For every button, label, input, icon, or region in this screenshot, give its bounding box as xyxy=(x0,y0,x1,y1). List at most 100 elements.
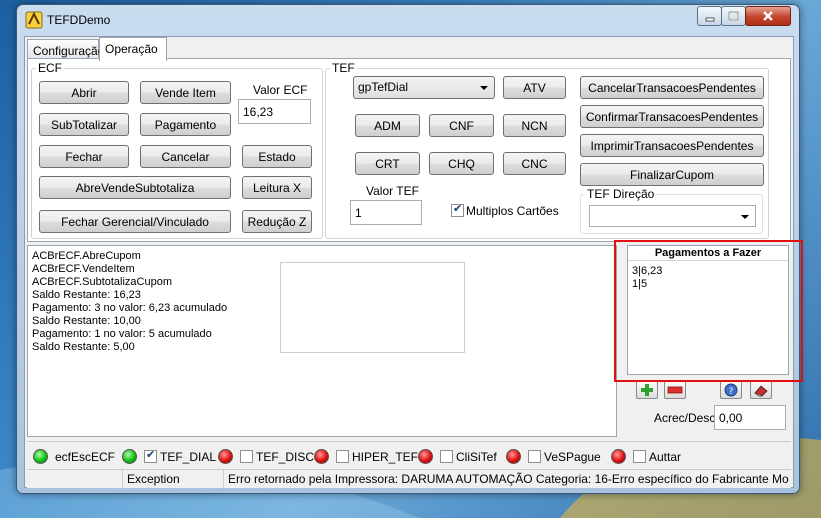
minimize-icon xyxy=(705,17,715,22)
valor-tef-label: Valor TEF xyxy=(366,184,419,198)
status-led-icon xyxy=(314,449,329,464)
multiplos-cartoes-checkbox[interactable]: ✔ xyxy=(451,203,464,217)
pagamentos-list[interactable]: Pagamentos a Fazer 3|6,23 1|5 xyxy=(627,245,789,375)
cancelar-button[interactable]: Cancelar xyxy=(140,145,231,168)
status-indicator-label: TEF_DISC xyxy=(256,450,315,464)
tef-group: TEF gpTefDial ATV CancelarTransacoesPend… xyxy=(325,61,769,239)
status-indicator-label: VeSPague xyxy=(544,450,601,464)
minimize-button[interactable] xyxy=(697,6,722,26)
abre-vende-subtotaliza-button[interactable]: AbreVendeSubtotaliza xyxy=(39,176,231,199)
clear-pagamentos-button[interactable] xyxy=(750,381,772,399)
log-line: Saldo Restante: 5,00 xyxy=(32,341,135,353)
status-indicator-label: Auttar xyxy=(649,450,682,464)
log-memo[interactable]: ACBrECF.AbreCupom ACBrECF.VendeItem ACBrEC… xyxy=(27,245,617,437)
window-title: TEFDDemo xyxy=(47,13,111,27)
statusbar-cell-1 xyxy=(27,470,123,488)
help-button[interactable]: ? xyxy=(720,381,742,399)
status-checkbox[interactable] xyxy=(440,450,453,463)
pagamento-item[interactable]: 1|5 xyxy=(628,278,788,291)
reducao-z-button[interactable]: Redução Z xyxy=(242,210,312,233)
cnf-button[interactable]: CNF xyxy=(429,114,494,137)
status-indicators-row: ecfEscECF ✔ TEF_DIAL TEF_DISC HIPER_TEF CliSi… xyxy=(27,441,791,469)
cancelar-transacoes-pendentes-button[interactable]: CancelarTransacoesPendentes xyxy=(580,76,764,99)
confirmar-transacoes-pendentes-button[interactable]: ConfirmarTransacoesPendentes xyxy=(580,105,764,128)
status-checkbox[interactable]: ✔ xyxy=(144,449,157,463)
chq-button[interactable]: CHQ xyxy=(429,152,494,175)
status-checkbox[interactable] xyxy=(633,450,646,463)
atv-button[interactable]: ATV xyxy=(503,76,566,99)
status-bar: Exception Erro retornado pela Impressora… xyxy=(27,469,791,488)
estado-button[interactable]: Estado xyxy=(242,145,312,168)
tef-group-label: TEF xyxy=(330,61,357,75)
multiplos-cartoes-label: Multiplos Cartões xyxy=(466,204,559,218)
log-line: ACBrECF.SubtotalizaCupom xyxy=(32,276,173,288)
tef-direcao-group: TEF Direção xyxy=(580,187,763,234)
imprimir-transacoes-pendentes-button[interactable]: ImprimirTransacoesPendentes xyxy=(580,134,764,157)
chevron-down-icon xyxy=(741,215,749,219)
ecf-group-label: ECF xyxy=(36,61,64,75)
log-lines: ACBrECF.AbreCupom ACBrECF.VendeItem ACBrEC… xyxy=(32,250,227,354)
vende-item-button[interactable]: Vende Item xyxy=(140,81,231,104)
gp-tef-select[interactable]: gpTefDial xyxy=(353,76,495,99)
crt-button[interactable]: CRT xyxy=(355,152,420,175)
subtotalizar-button[interactable]: SubTotalizar xyxy=(39,113,129,136)
finalizar-cupom-button[interactable]: FinalizarCupom xyxy=(580,163,764,186)
log-line: Saldo Restante: 16,23 xyxy=(32,289,141,301)
ncn-button[interactable]: NCN xyxy=(503,114,566,137)
acrec-desc-input[interactable] xyxy=(714,405,786,430)
status-checkbox[interactable] xyxy=(528,450,541,463)
status-led-icon xyxy=(218,449,233,464)
eraser-icon xyxy=(754,385,768,397)
remove-pagamento-button[interactable] xyxy=(664,381,686,399)
fechar-gerencial-button[interactable]: Fechar Gerencial/Vinculado xyxy=(39,210,231,233)
tab-operacao[interactable]: Operação xyxy=(99,37,167,61)
statusbar-cell-message: Erro retornado pela Impressora: DARUMA A… xyxy=(228,472,789,486)
client-area: Configuração Operação ECF Abrir Vende It… xyxy=(24,36,794,488)
chevron-down-icon xyxy=(480,86,488,90)
status-led-icon xyxy=(122,449,137,464)
pagamento-button[interactable]: Pagamento xyxy=(140,113,231,136)
pagamento-item[interactable]: 3|6,23 xyxy=(628,265,788,278)
maximize-icon xyxy=(728,11,739,21)
maximize-button[interactable] xyxy=(721,6,746,26)
status-checkbox[interactable] xyxy=(240,450,253,463)
status-indicator-label: TEF_DIAL xyxy=(160,450,217,464)
adm-button[interactable]: ADM xyxy=(355,114,420,137)
minus-icon xyxy=(667,386,683,394)
statusbar-cell-exception: Exception xyxy=(123,470,224,488)
pagamentos-items: 3|6,23 1|5 xyxy=(628,261,788,291)
status-led-icon xyxy=(33,449,48,464)
checkmark-icon: ✔ xyxy=(146,449,156,461)
gp-tef-selected-value: gpTefDial xyxy=(358,80,409,94)
tef-direcao-label: TEF Direção xyxy=(585,187,657,201)
status-led-icon xyxy=(506,449,521,464)
title-bar[interactable]: TEFDDemo xyxy=(17,5,799,35)
app-window: TEFDDemo Configuração Operação ECF Abrir… xyxy=(16,4,800,494)
cnc-button[interactable]: CNC xyxy=(503,152,566,175)
valor-ecf-input[interactable] xyxy=(238,99,311,124)
tab-label: Operação xyxy=(105,42,158,56)
leitura-x-button[interactable]: Leitura X xyxy=(242,176,312,199)
close-icon xyxy=(763,11,773,21)
checkmark-icon: ✔ xyxy=(453,203,463,215)
ecf-group: ECF Abrir Vende Item Valor ECF SubTotali… xyxy=(31,61,323,239)
status-led-icon xyxy=(611,449,626,464)
status-checkbox[interactable] xyxy=(336,450,349,463)
log-line: ACBrECF.VendeItem xyxy=(32,263,135,275)
tef-direcao-select[interactable] xyxy=(589,205,756,227)
tab-page-operacao: ECF Abrir Vende Item Valor ECF SubTotali… xyxy=(27,58,791,242)
fechar-button[interactable]: Fechar xyxy=(39,145,129,168)
acrec-desc-label: Acrec/Desc xyxy=(654,411,716,425)
status-indicator-label: ecfEscECF xyxy=(55,450,116,464)
close-button[interactable] xyxy=(745,6,791,26)
receipt-preview-box xyxy=(280,262,465,353)
valor-tef-input[interactable] xyxy=(350,200,422,225)
status-indicator-label: HIPER_TEF xyxy=(352,450,419,464)
question-icon: ? xyxy=(724,383,738,397)
valor-ecf-label: Valor ECF xyxy=(253,83,308,97)
log-line: Saldo Restante: 10,00 xyxy=(32,315,141,327)
log-line: ACBrECF.AbreCupom xyxy=(32,250,141,262)
tab-configuracao[interactable]: Configuração xyxy=(27,39,104,59)
add-pagamento-button[interactable] xyxy=(636,381,658,399)
abrir-button[interactable]: Abrir xyxy=(39,81,129,104)
